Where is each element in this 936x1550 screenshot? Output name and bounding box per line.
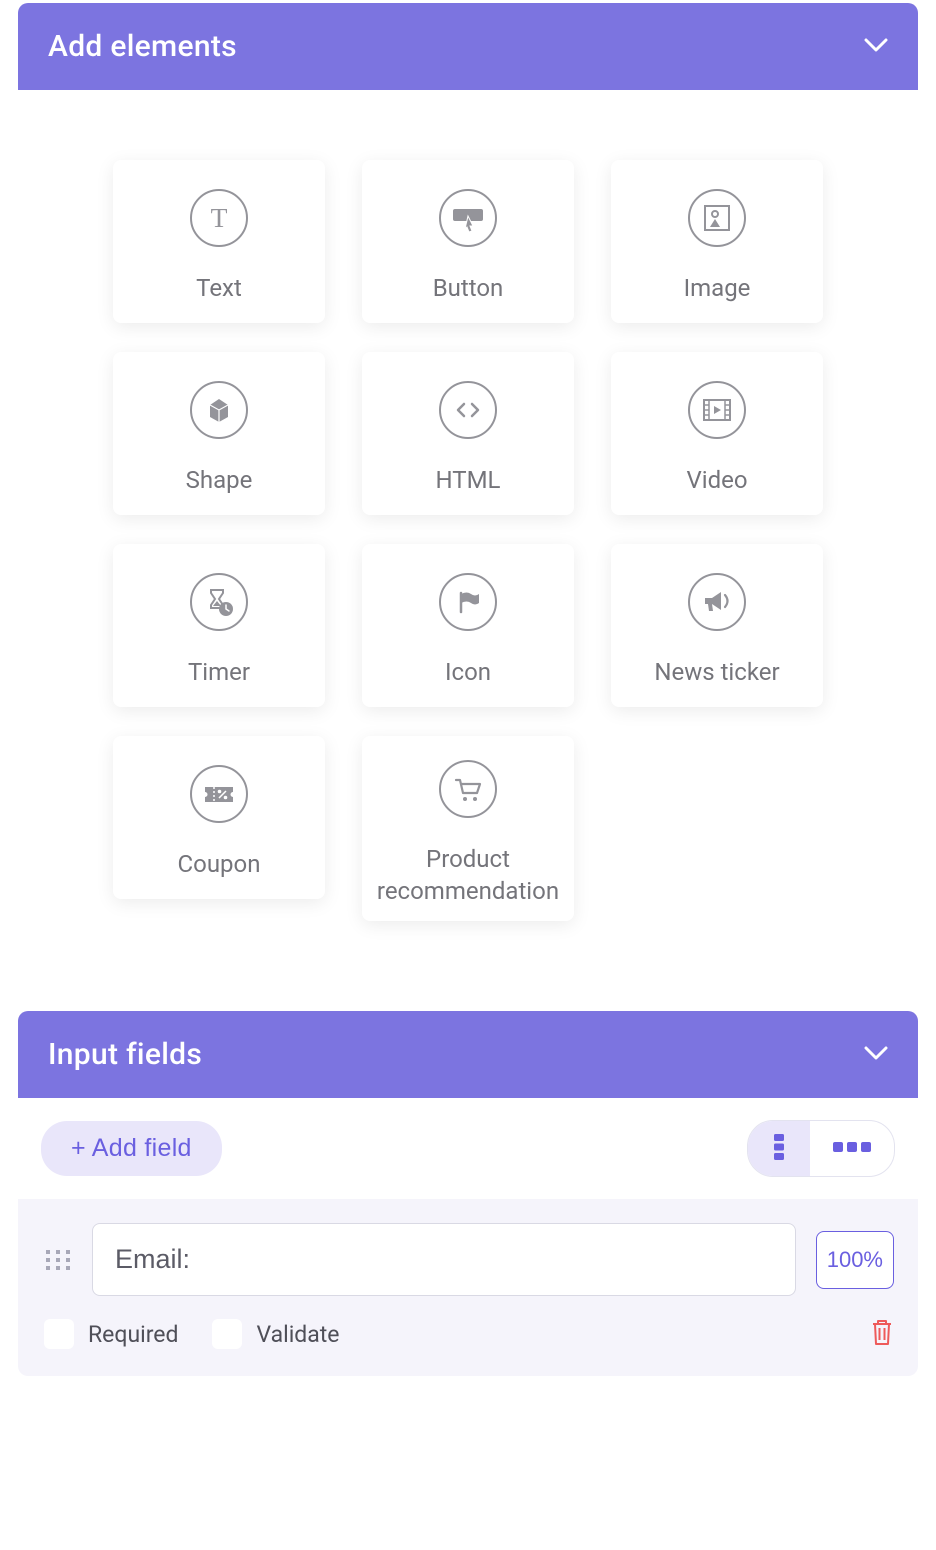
input-fields-title: Input fields — [48, 1037, 202, 1072]
layout-horizontal-icon — [832, 1140, 872, 1157]
required-checkbox-group: Required — [44, 1319, 178, 1349]
layout-toggle — [747, 1120, 895, 1177]
add-elements-panel: Add elements T Text Button Image — [18, 3, 918, 981]
element-news-ticker[interactable]: News ticker — [611, 544, 823, 707]
image-icon — [688, 189, 746, 247]
element-label: Shape — [186, 464, 253, 496]
layout-horizontal-button[interactable] — [810, 1121, 894, 1176]
element-shape[interactable]: Shape — [113, 352, 325, 515]
coupon-icon — [190, 765, 248, 823]
validate-checkbox-group: Validate — [212, 1319, 339, 1349]
element-label: Button — [433, 272, 504, 304]
element-label: Image — [684, 272, 751, 304]
element-label: Text — [196, 272, 242, 304]
shape-icon — [190, 381, 248, 439]
field-options: Required Validate — [44, 1318, 894, 1350]
field-label-input[interactable] — [92, 1223, 796, 1296]
add-elements-title: Add elements — [48, 29, 237, 64]
icon-icon — [439, 573, 497, 631]
validate-checkbox[interactable] — [212, 1319, 242, 1349]
button-icon — [439, 189, 497, 247]
element-image[interactable]: Image — [611, 160, 823, 323]
element-label: News ticker — [654, 656, 779, 688]
element-label: Product recommendation — [374, 843, 562, 908]
element-label: HTML — [436, 464, 501, 496]
element-timer[interactable]: Timer — [113, 544, 325, 707]
chevron-down-icon — [864, 1045, 888, 1064]
required-label: Required — [88, 1321, 178, 1348]
element-video[interactable]: Video — [611, 352, 823, 515]
add-elements-header[interactable]: Add elements — [18, 3, 918, 90]
element-coupon[interactable]: Coupon — [113, 736, 325, 899]
timer-icon — [190, 573, 248, 631]
layout-vertical-icon — [770, 1133, 788, 1164]
video-icon — [688, 381, 746, 439]
add-field-button[interactable]: + Add field — [41, 1121, 222, 1176]
drag-handle-icon[interactable] — [44, 1246, 72, 1274]
layout-vertical-button[interactable] — [748, 1121, 810, 1176]
element-label: Icon — [445, 656, 491, 688]
news-icon — [688, 573, 746, 631]
input-fields-panel: Input fields + Add field — [18, 1011, 918, 1376]
element-button[interactable]: Button — [362, 160, 574, 323]
validate-label: Validate — [256, 1321, 339, 1348]
html-icon — [439, 381, 497, 439]
product-icon — [439, 760, 497, 818]
element-text[interactable]: T Text — [113, 160, 325, 323]
field-main: 100% — [44, 1223, 894, 1296]
required-checkbox[interactable] — [44, 1319, 74, 1349]
element-label: Coupon — [178, 848, 261, 880]
field-row: 100% Required Validate — [18, 1199, 918, 1376]
field-width-button[interactable]: 100% — [816, 1231, 894, 1289]
element-label: Timer — [188, 656, 250, 688]
element-label: Video — [686, 464, 747, 496]
text-icon: T — [190, 189, 248, 247]
svg-text:T: T — [211, 203, 228, 233]
element-icon[interactable]: Icon — [362, 544, 574, 707]
input-fields-header[interactable]: Input fields — [18, 1011, 918, 1098]
element-product-recommendation[interactable]: Product recommendation — [362, 736, 574, 921]
input-fields-toolbar: + Add field — [18, 1098, 918, 1199]
input-fields-body: + Add field — [18, 1098, 918, 1376]
element-grid: T Text Button Image Shape H — [18, 90, 918, 981]
chevron-down-icon — [864, 37, 888, 56]
trash-icon[interactable] — [870, 1318, 894, 1350]
element-html[interactable]: HTML — [362, 352, 574, 515]
